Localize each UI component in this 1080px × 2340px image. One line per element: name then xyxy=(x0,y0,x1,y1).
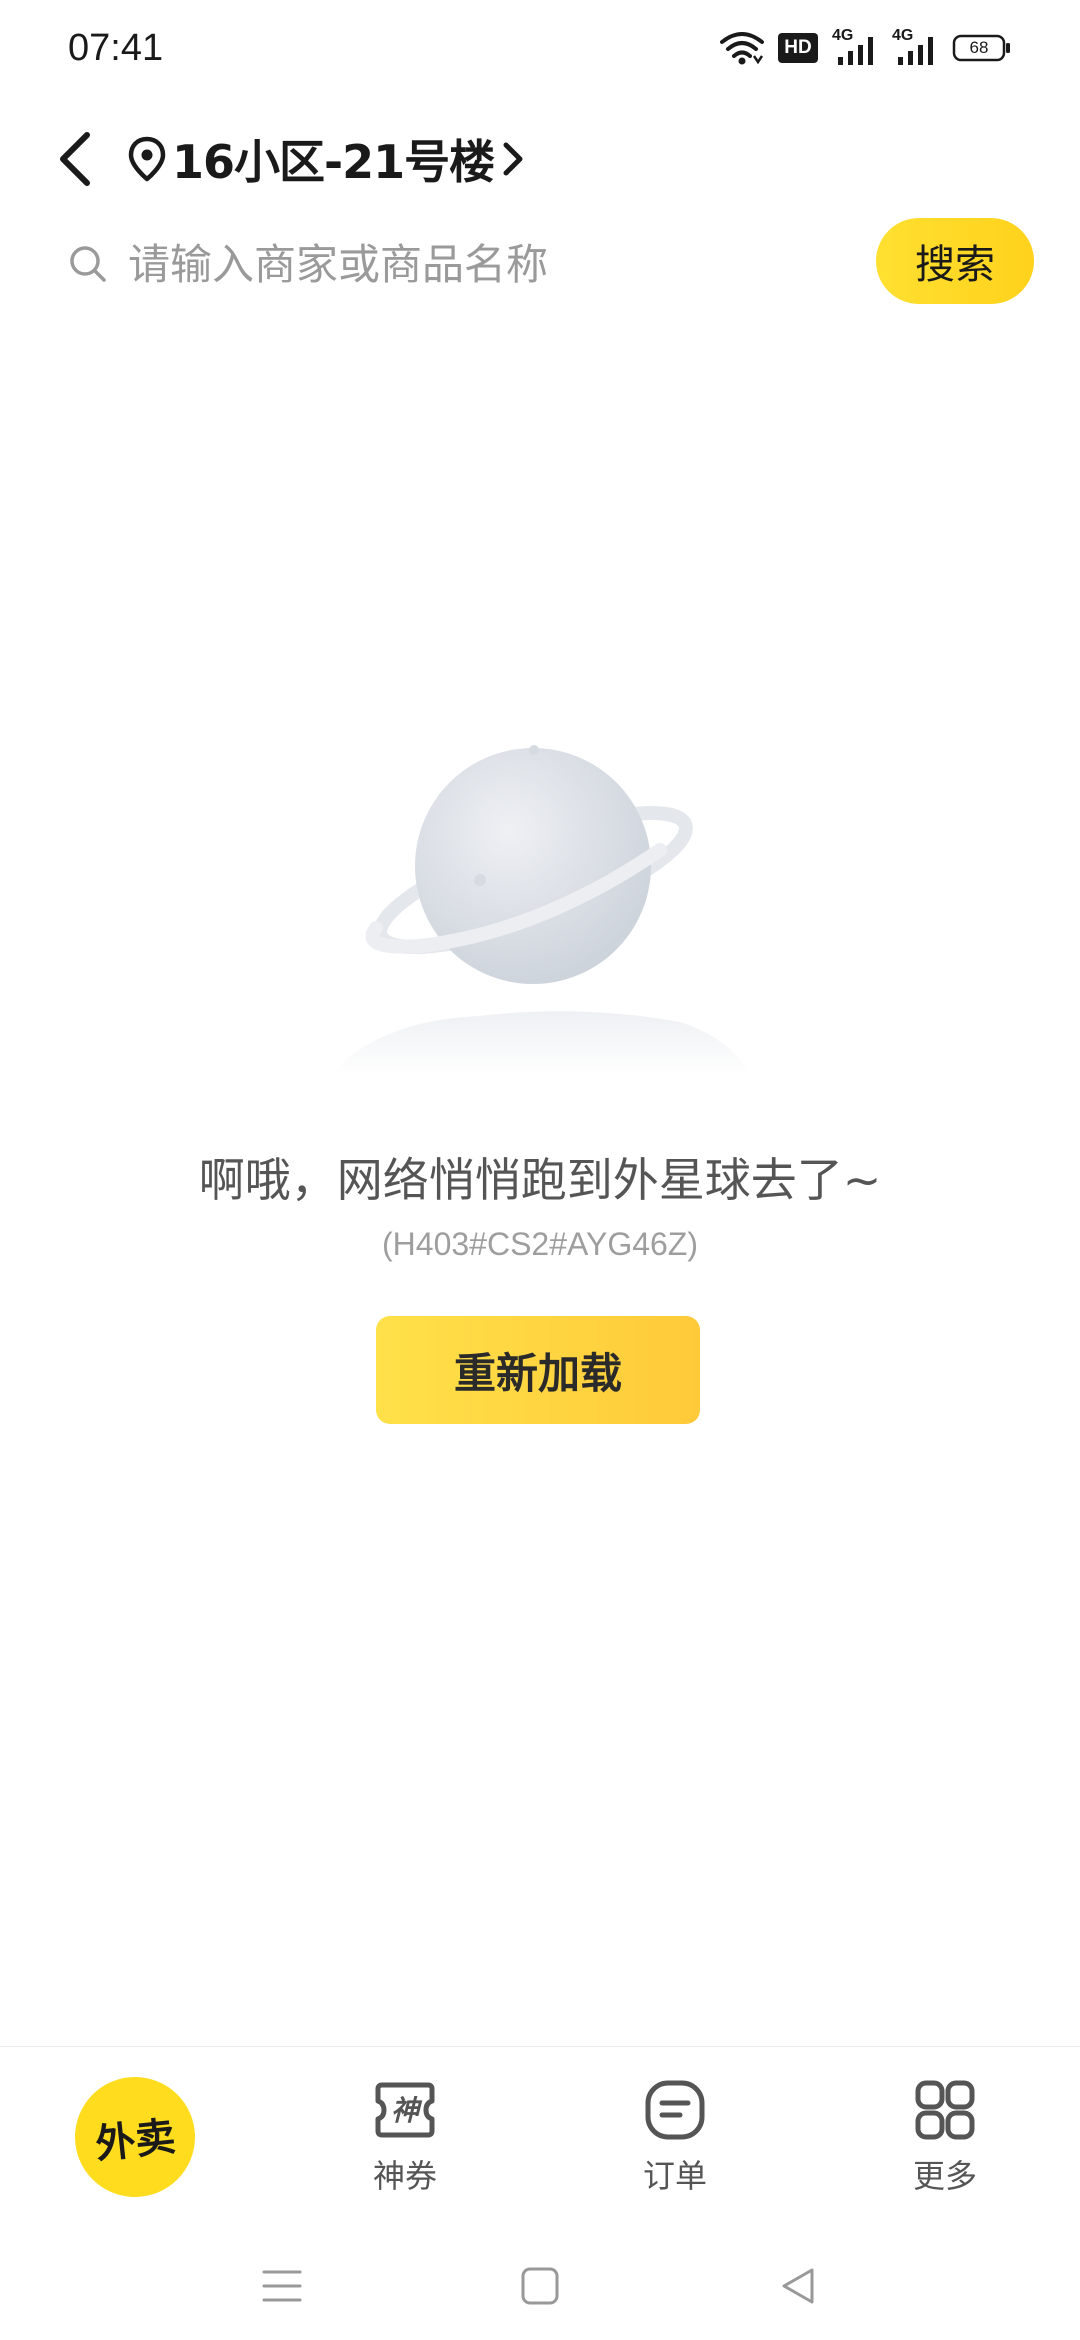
tab-takeout-label: 外卖 xyxy=(93,2113,178,2169)
menu-button[interactable] xyxy=(258,2262,306,2310)
tab-takeout[interactable]: 外卖 xyxy=(0,2047,270,2227)
tab-coupon-label: 神券 xyxy=(372,2157,437,2195)
status-time: 07:41 xyxy=(68,27,164,69)
bottom-tab-bar: 外卖 神 神券 订单 更多 xyxy=(0,2046,1080,2227)
status-icons: HD 4G 4G 68 xyxy=(720,24,1012,72)
menu-icon xyxy=(262,2270,302,2302)
grid-more-icon xyxy=(915,2080,975,2140)
status-bar: 07:41 HD 4G 4G 68 xyxy=(0,0,1080,96)
location-text: 16小区-21号楼 xyxy=(172,135,495,189)
back-button[interactable] xyxy=(40,124,110,194)
hd-voice-icon: HD xyxy=(778,33,818,63)
wifi-icon xyxy=(720,30,764,66)
error-message: 啊哦，网络悄悄跑到外星球去了~ xyxy=(198,1153,882,1207)
battery-icon: 68 xyxy=(952,33,1012,63)
planet-icon xyxy=(320,720,760,1080)
tab-more[interactable]: 更多 xyxy=(810,2047,1080,2227)
tab-more-label: 更多 xyxy=(912,2157,977,2195)
error-code: (H403#CS2#AYG46Z) xyxy=(382,1226,698,1262)
home-square-icon xyxy=(521,2267,559,2305)
system-navigation-bar xyxy=(0,2226,1080,2340)
signal-4g-icon: 4G xyxy=(892,27,938,67)
header: 16小区-21号楼 xyxy=(0,110,1080,210)
battery-level: 68 xyxy=(969,38,989,57)
coupon-icon: 神 xyxy=(375,2082,435,2138)
search-input[interactable] xyxy=(126,238,770,290)
location-selector[interactable]: 16小区-21号楼 xyxy=(128,124,526,194)
tab-coupon[interactable]: 神 神券 xyxy=(270,2047,540,2227)
search-icon xyxy=(64,240,112,288)
tab-orders[interactable]: 订单 xyxy=(540,2047,810,2227)
search-bar: 搜索 xyxy=(0,218,1080,310)
home-button[interactable] xyxy=(516,2262,564,2310)
svg-text:神: 神 xyxy=(391,2094,423,2127)
takeout-home-icon: 外卖 xyxy=(69,2071,201,2203)
reload-button[interactable]: 重新加载 xyxy=(376,1316,700,1424)
tab-orders-label: 订单 xyxy=(642,2157,707,2195)
search-field[interactable] xyxy=(64,224,844,304)
back-nav-button[interactable] xyxy=(774,2262,822,2310)
chevron-left-icon xyxy=(60,132,90,186)
order-icon xyxy=(645,2080,705,2140)
hd-label: HD xyxy=(784,37,812,58)
chevron-right-icon xyxy=(503,142,523,176)
back-triangle-icon xyxy=(782,2268,814,2304)
search-button[interactable]: 搜索 xyxy=(876,218,1034,304)
location-pin-icon xyxy=(128,136,166,182)
signal-4g-icon: 4G xyxy=(832,27,878,67)
